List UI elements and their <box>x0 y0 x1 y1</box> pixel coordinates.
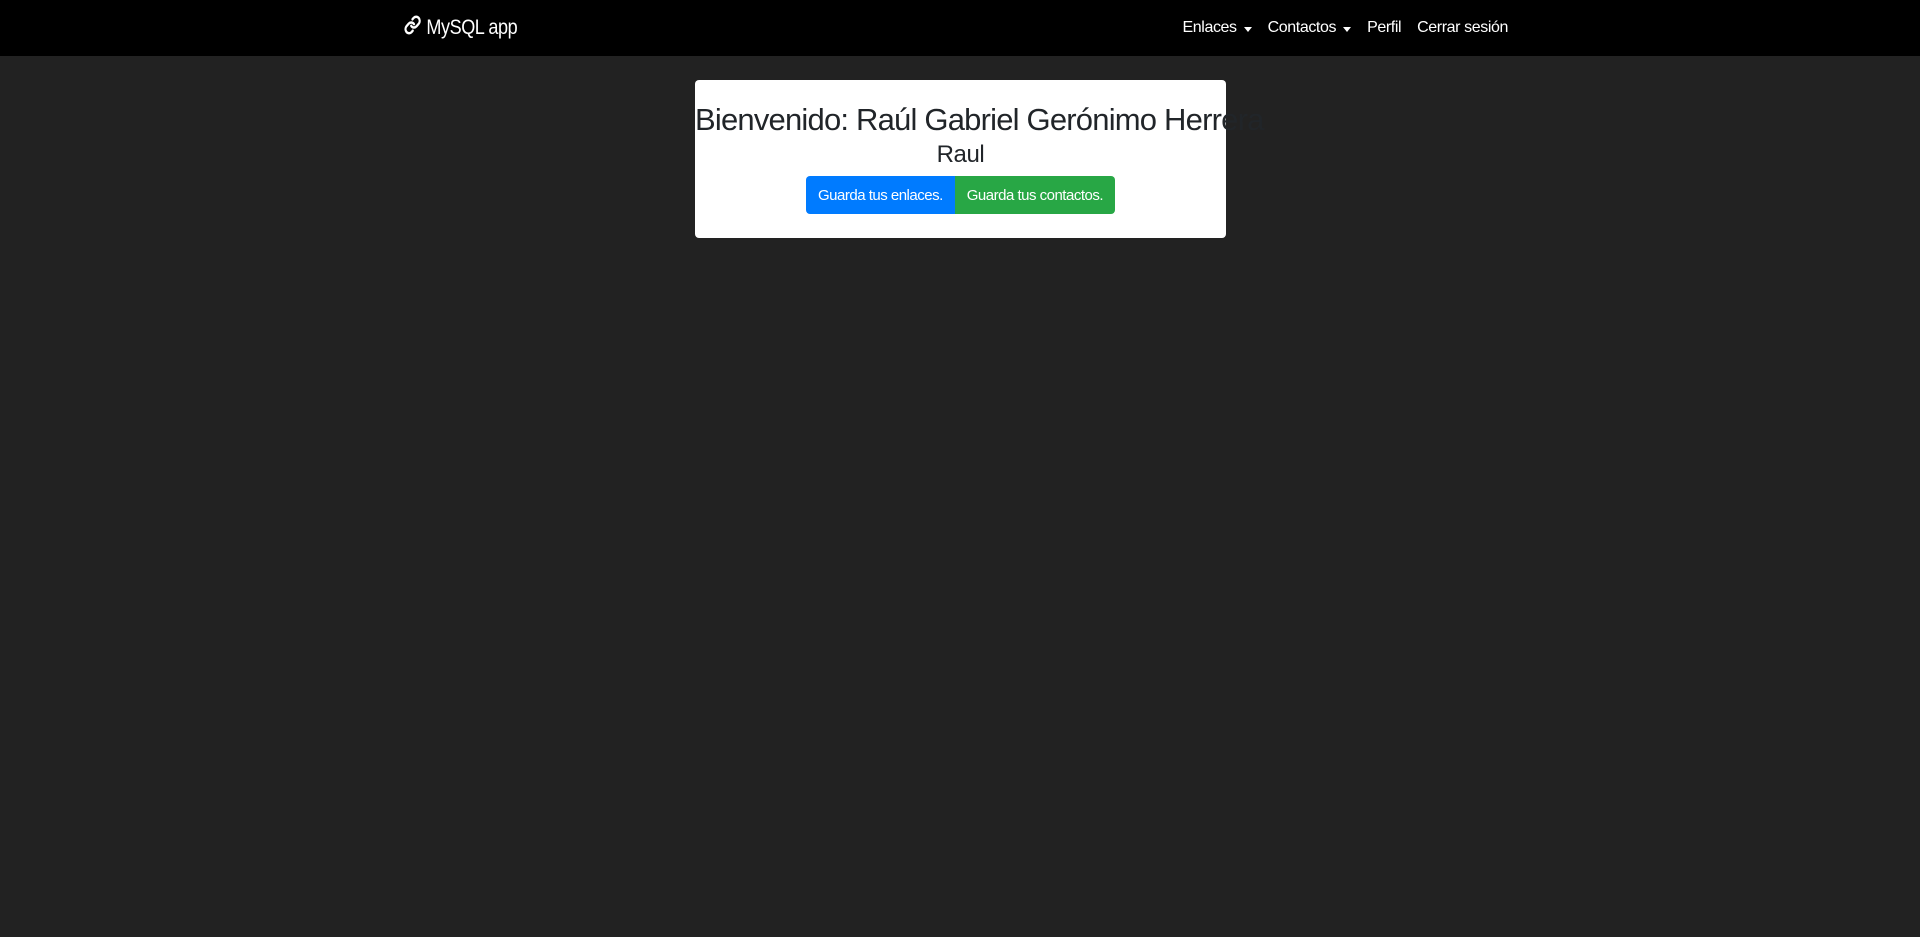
caret-down-icon <box>1343 26 1352 32</box>
save-links-button[interactable]: Guarda tus enlaces. <box>806 176 955 214</box>
action-button-group: Guarda tus enlaces. Guarda tus contactos… <box>806 176 1115 214</box>
username-heading: Raul <box>936 141 985 168</box>
nav-enlaces-label: Enlaces <box>1182 19 1238 36</box>
nav-contactos-dropdown[interactable]: Contactos <box>1267 19 1352 37</box>
navbar: MySQL app Enlaces Contactos Perfil Cerra… <box>0 0 1920 56</box>
save-contacts-button[interactable]: Guarda tus contactos. <box>954 176 1115 214</box>
link-icon <box>404 15 426 41</box>
caret-down-icon <box>1243 26 1252 32</box>
nav-perfil-link[interactable]: Perfil <box>1367 19 1401 37</box>
nav-enlaces-dropdown[interactable]: Enlaces <box>1183 19 1252 37</box>
nav-contactos-label: Contactos <box>1267 19 1337 36</box>
brand-link[interactable]: MySQL app <box>404 0 518 56</box>
nav-logout-link[interactable]: Cerrar sesión <box>1417 19 1508 37</box>
welcome-heading: Bienvenido: Raúl Gabriel Gerónimo Herrer… <box>695 102 1264 137</box>
brand-label: MySQL app <box>426 16 518 39</box>
welcome-card: Bienvenido: Raúl Gabriel Gerónimo Herrer… <box>695 80 1264 238</box>
nav-menu: Enlaces Contactos Perfil Cerrar sesión <box>1183 0 1509 56</box>
